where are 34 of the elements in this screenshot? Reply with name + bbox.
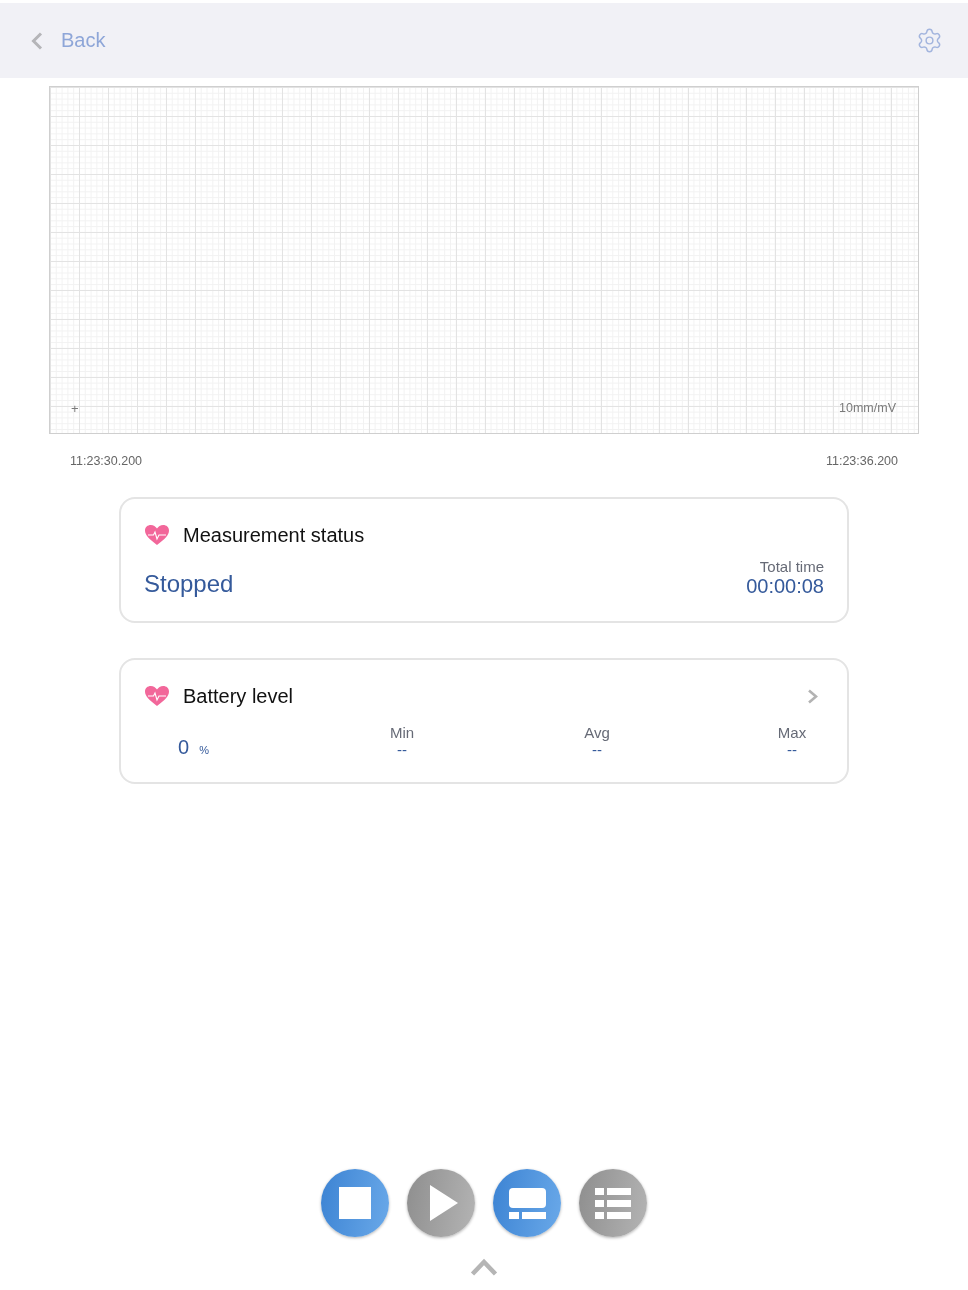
- stat-label: Avg: [584, 724, 610, 741]
- display-button[interactable]: [493, 1169, 561, 1237]
- stat-label: Max: [777, 724, 807, 741]
- chevron-left-icon: [31, 31, 43, 50]
- stat-value: --: [592, 741, 602, 758]
- expand-button[interactable]: [470, 1258, 498, 1276]
- settings-button[interactable]: [916, 27, 943, 54]
- status-value: Stopped: [144, 570, 234, 598]
- list-icon: [595, 1187, 631, 1219]
- stat-value: --: [397, 741, 407, 758]
- heart-pulse-icon: [144, 685, 170, 707]
- stop-icon: [339, 1187, 371, 1219]
- scale-label: 10mm/mV: [839, 401, 896, 416]
- end-time: 11:23:36.200: [825, 454, 898, 469]
- chevron-up-icon: [470, 1258, 498, 1276]
- start-time: 11:23:30.200: [70, 454, 143, 469]
- list-button[interactable]: [579, 1169, 647, 1237]
- stat-value: --: [787, 741, 797, 758]
- play-icon: [430, 1185, 458, 1221]
- chevron-right-icon[interactable]: [807, 688, 818, 704]
- battery-card[interactable]: Battery level 0 % Min -- Avg -- Max --: [119, 658, 849, 784]
- card-title: Measurement status: [183, 524, 365, 546]
- total-time-value: 00:00:08: [746, 575, 824, 598]
- screen-icon: [508, 1187, 546, 1219]
- play-button[interactable]: [407, 1169, 475, 1237]
- stat-label: Min: [389, 724, 415, 741]
- card-title: Battery level: [183, 685, 294, 707]
- calibration-marker: +: [71, 401, 79, 416]
- unit-label: %: [199, 744, 209, 756]
- settings-icon: [916, 27, 943, 54]
- stop-button[interactable]: [321, 1169, 389, 1237]
- heart-pulse-icon: [144, 524, 170, 546]
- total-time-label: Total time: [759, 558, 824, 575]
- battery-value: 0: [178, 736, 190, 758]
